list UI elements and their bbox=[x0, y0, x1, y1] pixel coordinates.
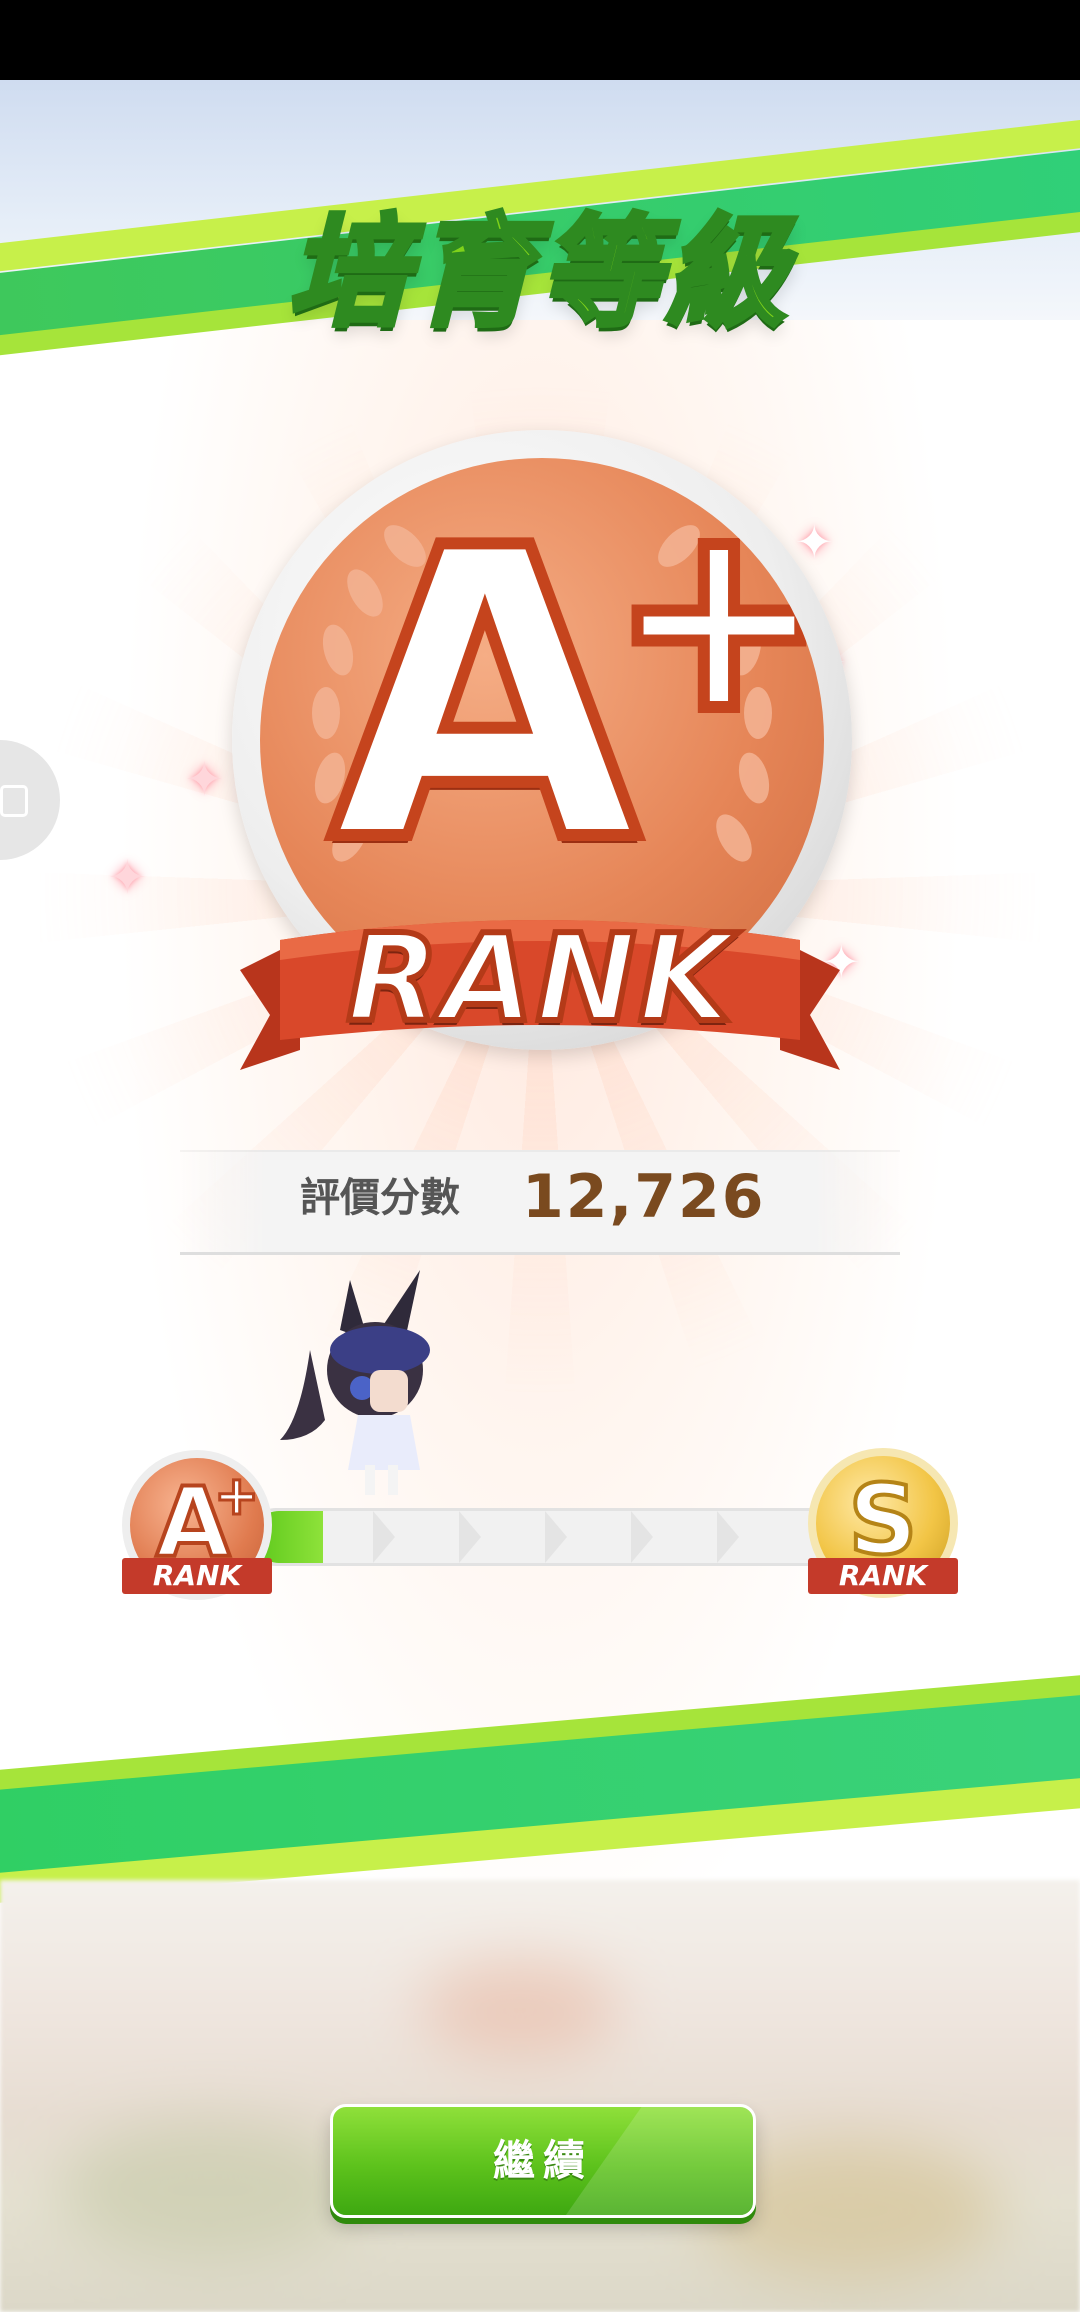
progress-chevron bbox=[545, 1511, 567, 1563]
bg-blob bbox=[420, 1960, 620, 2060]
status-bar bbox=[0, 0, 1080, 80]
character-sprite bbox=[280, 1270, 430, 1495]
sparkle-icon: ✦ bbox=[108, 850, 147, 904]
continue-button-label: 繼續 bbox=[492, 2136, 593, 2185]
sparkle-icon: ✦ bbox=[185, 752, 224, 806]
progress-chevron bbox=[717, 1511, 739, 1563]
rank-grade-modifier: + bbox=[604, 467, 824, 769]
score-label: 評價分數 bbox=[300, 1175, 460, 1221]
page-title: 培育等級 bbox=[286, 202, 792, 346]
progress-chevron bbox=[373, 1511, 395, 1563]
progress-chevron bbox=[631, 1511, 653, 1563]
rank-progress-bar bbox=[250, 1508, 836, 1566]
rank-ribbon-label: RANK bbox=[344, 907, 735, 1052]
current-rank-modifier: + bbox=[212, 1463, 260, 1529]
progress-chevron bbox=[459, 1511, 481, 1563]
blurred-background bbox=[0, 1880, 1080, 2312]
score-value: 12,726 bbox=[522, 1162, 766, 1232]
bg-blob bbox=[60, 2120, 360, 2260]
window-icon bbox=[0, 785, 28, 817]
current-rank-ribbon: RANK bbox=[122, 1558, 272, 1594]
next-rank-ribbon: RANK bbox=[808, 1558, 958, 1594]
continue-button[interactable]: 繼續 bbox=[330, 2104, 756, 2218]
